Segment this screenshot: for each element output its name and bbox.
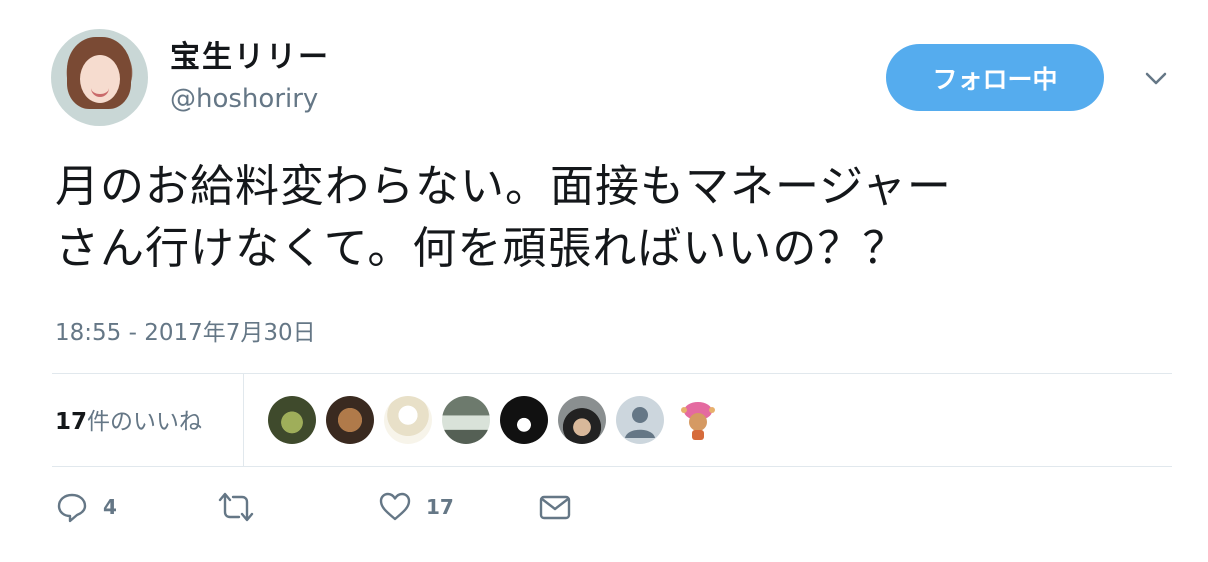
stats-top-divider: [52, 373, 1172, 374]
liker-avatars: [268, 396, 722, 444]
liker-avatar-6[interactable]: [558, 396, 606, 444]
reply-action[interactable]: 4: [55, 490, 117, 524]
retweet-icon: [218, 492, 254, 522]
like-action[interactable]: 17: [378, 490, 454, 524]
chevron-down-icon[interactable]: [1144, 66, 1168, 90]
like-count: 17: [426, 495, 454, 519]
likes-count-label: 件のいいね: [87, 409, 203, 435]
following-button[interactable]: フォロー中: [886, 44, 1104, 111]
reply-icon: [57, 493, 87, 523]
likes-count-number: 17: [55, 409, 88, 435]
reply-count: 4: [103, 495, 117, 519]
liker-avatar-1[interactable]: [268, 396, 316, 444]
character-avatar-icon: [681, 402, 715, 440]
stats-vertical-divider: [243, 373, 244, 467]
default-profile-icon: [625, 407, 655, 438]
liker-avatar-5[interactable]: [500, 396, 548, 444]
stats-bottom-divider: [52, 466, 1172, 467]
liker-avatar-7[interactable]: [616, 396, 664, 444]
envelope-icon: [539, 495, 571, 520]
tweet-text: 月のお給料変わらない。面接もマネージャー さん行けなくて。何を頑張ればいいの？？: [55, 156, 1165, 280]
tweet-text-line-2: さん行けなくて。何を頑張ればいいの？？: [55, 223, 908, 274]
tweet-text-line-1: 月のお給料変わらない。面接もマネージャー: [55, 161, 952, 212]
liker-avatar-8[interactable]: [674, 396, 722, 444]
author-display-name[interactable]: 宝生リリー: [170, 32, 330, 76]
author-avatar[interactable]: [51, 29, 148, 126]
heart-icon: [379, 492, 411, 521]
direct-message-action[interactable]: [538, 490, 572, 524]
liker-avatar-4[interactable]: [442, 396, 490, 444]
retweet-action[interactable]: [217, 490, 255, 524]
liker-avatar-3[interactable]: [384, 396, 432, 444]
tweet-timestamp[interactable]: 18:55 - 2017年7月30日: [55, 313, 316, 347]
liker-avatar-2[interactable]: [326, 396, 374, 444]
author-handle[interactable]: @hoshoriry: [170, 84, 318, 114]
likes-count[interactable]: 17件のいいね: [55, 402, 202, 436]
